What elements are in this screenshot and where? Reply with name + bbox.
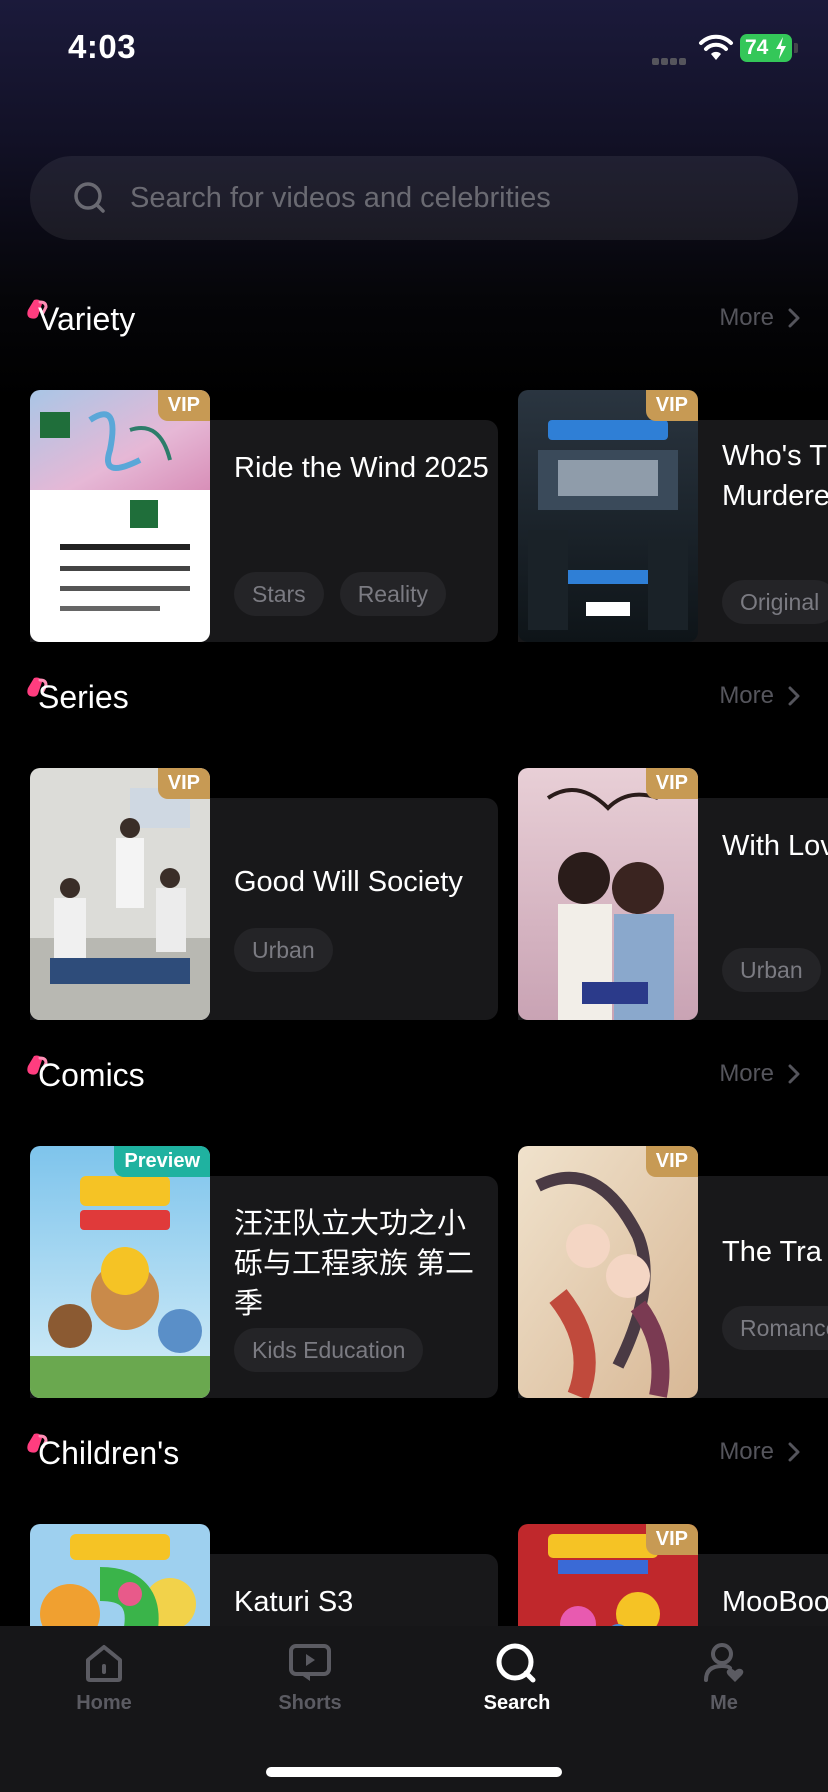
content-card[interactable]: VIP Who's The Murderer Season Original	[518, 390, 828, 642]
more-link[interactable]: More	[719, 682, 800, 710]
poster-image: VIP	[518, 768, 698, 1020]
tab-label: Home	[76, 1692, 132, 1714]
chevron-right-icon	[788, 1064, 800, 1084]
tab-label: Search	[483, 1692, 551, 1714]
poster-image: VIP	[30, 390, 210, 642]
vip-badge: VIP	[645, 1524, 698, 1555]
vip-badge: VIP	[157, 390, 210, 421]
more-label: More	[719, 1438, 774, 1465]
play-screen-icon	[289, 1644, 331, 1681]
status-bar: 4:03 74	[0, 0, 828, 100]
section-title: Comics	[38, 1057, 145, 1093]
card-title: 汪汪队立大功之小砾与工程家族 第二季	[234, 1208, 475, 1320]
tag[interactable]: Stars	[234, 572, 324, 616]
chevron-right-icon	[788, 686, 800, 706]
status-time: 4:03	[68, 28, 137, 65]
tag-list: Original	[722, 580, 828, 624]
vip-badge: VIP	[157, 768, 210, 799]
more-label: More	[719, 304, 774, 331]
tab-me[interactable]: Me	[644, 1642, 804, 1742]
card-title: The Tra	[722, 1236, 822, 1268]
section-header: Comics More	[0, 1052, 828, 1102]
section-header: Series More	[0, 674, 828, 724]
content-card[interactable]: VIP With Love You Urban	[518, 768, 828, 1020]
card-title: Katuri S3	[234, 1586, 354, 1618]
tag[interactable]: Original	[722, 580, 828, 624]
battery-level: 74	[745, 36, 769, 59]
cellular-signal-icon	[652, 52, 690, 65]
content-card[interactable]: VIP Good Will Society Urban	[30, 768, 498, 1020]
poster-image: Preview	[30, 1146, 210, 1398]
tag-list: Urban	[234, 928, 333, 972]
chevron-right-icon	[788, 1442, 800, 1462]
content-card[interactable]: VIP Ride the Wind 2025 Stars Reality	[30, 390, 498, 642]
content-card[interactable]: Preview 汪汪队立大功之小砾与工程家族 第二季 Kids Educatio…	[30, 1146, 498, 1398]
tab-label: Shorts	[278, 1692, 342, 1714]
card-title: With Love You	[722, 830, 828, 862]
card-title: MooBoo Insect W	[722, 1586, 828, 1618]
tag[interactable]: Reality	[339, 572, 446, 616]
profile-heart-icon	[704, 1643, 744, 1682]
battery-indicator: 74	[740, 34, 792, 62]
tag[interactable]: Urban	[234, 928, 333, 972]
content-card[interactable]: VIP The Tra Romance	[518, 1146, 828, 1398]
tag-list: Urban	[722, 948, 821, 992]
section-title: Series	[38, 679, 129, 715]
tag[interactable]: Kids Education	[234, 1328, 424, 1372]
poster-art	[518, 768, 698, 1020]
section-header: Variety More	[0, 296, 828, 346]
tag-list: Romance	[722, 1306, 828, 1350]
wifi-icon	[699, 34, 733, 60]
charging-bolt-icon	[776, 37, 786, 59]
search-icon	[496, 1643, 536, 1683]
tab-home[interactable]: Home	[24, 1642, 184, 1742]
card-title: Who's The Murderer Season	[722, 440, 828, 512]
poster-image: VIP	[518, 1146, 698, 1398]
search-bar[interactable]	[30, 156, 798, 240]
tag[interactable]: Urban	[722, 948, 821, 992]
more-link[interactable]: More	[719, 1438, 800, 1466]
more-label: More	[719, 682, 774, 709]
section-title: Variety	[38, 301, 136, 337]
poster-image: VIP	[30, 768, 210, 1020]
tab-label: Me	[710, 1692, 738, 1714]
more-link[interactable]: More	[719, 304, 800, 332]
card-title: Good Will Society	[234, 866, 463, 898]
more-link[interactable]: More	[719, 1060, 800, 1088]
home-indicator	[266, 1767, 562, 1777]
poster-art	[30, 390, 210, 642]
section-title: Children's	[38, 1435, 180, 1471]
poster-art	[518, 1146, 698, 1398]
section-header: Children's More	[0, 1430, 828, 1480]
home-icon	[86, 1645, 122, 1682]
poster-image: VIP	[518, 390, 698, 642]
tab-shorts[interactable]: Shorts	[230, 1642, 390, 1742]
tag[interactable]: Romance	[722, 1306, 828, 1350]
vip-badge: VIP	[645, 768, 698, 799]
tag-list: Stars Reality	[234, 572, 446, 616]
search-screen: 4:03 74 Variety	[0, 0, 828, 1792]
poster-art	[518, 390, 698, 642]
vip-badge: VIP	[645, 390, 698, 421]
search-input[interactable]	[130, 181, 750, 215]
preview-badge: Preview	[114, 1146, 210, 1177]
chevron-right-icon	[788, 308, 800, 328]
more-label: More	[719, 1060, 774, 1087]
search-icon	[74, 182, 105, 213]
battery-cap	[794, 43, 798, 53]
poster-art	[30, 768, 210, 1020]
tab-search[interactable]: Search	[437, 1642, 597, 1742]
card-title: Ride the Wind 2025	[234, 452, 489, 484]
poster-art	[30, 1146, 210, 1398]
tag-list: Kids Education	[234, 1328, 424, 1372]
vip-badge: VIP	[645, 1146, 698, 1177]
